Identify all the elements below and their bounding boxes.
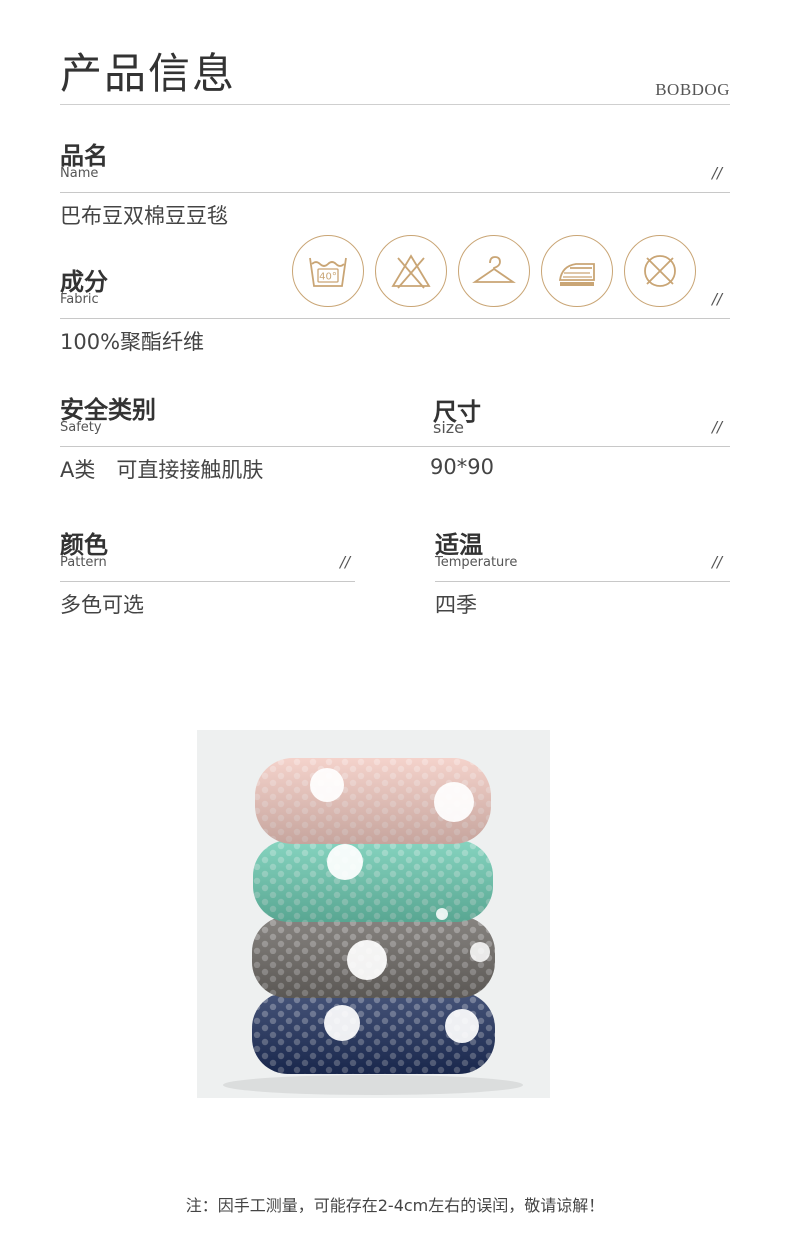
navy-blanket [252,992,495,1074]
no-bleach-icon [375,235,447,307]
size-label-en: size [433,418,465,437]
iron-icon [541,235,613,307]
page-title: 产品信息 [60,49,237,98]
blanket-stack-illustration [197,730,550,1098]
material-slash-mark: // [712,290,723,308]
temperature-label-en: Temperature [435,555,518,570]
measurement-note: 注：因手工测量，可能存在2-4cm左右的误闰，敬请谅解！ [185,1196,605,1215]
title-divider [60,104,730,105]
material-label-en: Fabric [60,292,99,307]
temperature-value: 四季 [435,593,477,617]
safety-size-divider [60,446,730,447]
size-value: 90*90 [430,455,494,479]
size-slash-mark: // [712,418,723,436]
no-dry-clean-icon [624,235,696,307]
temperature-divider [435,581,730,582]
name-slash-mark: // [712,164,723,182]
color-divider [60,581,355,582]
gray-blanket [252,916,495,998]
pink-blanket [255,758,491,844]
name-divider [60,192,730,193]
color-value: 多色可选 [60,593,144,617]
safety-label-en: Safety [60,420,102,435]
temperature-slash-mark: // [712,553,723,571]
teal-blanket [253,840,493,922]
safety-value: A类 可直接接触肌肤 [60,458,264,482]
wash-40-icon: 40° [292,235,364,307]
name-value: 巴布豆双棉豆豆毯 [60,204,228,228]
color-slash-mark: // [340,553,351,571]
hang-dry-icon [458,235,530,307]
material-value: 100%聚酯纤维 [60,330,205,354]
material-divider [60,318,730,319]
svg-text:40°: 40° [319,272,337,283]
care-icons: 40° [292,235,696,307]
name-label-en: Name [60,166,99,181]
color-label-en: Pattern [60,555,107,570]
brand-name: BOBDOG [655,80,730,99]
product-image [197,730,550,1098]
